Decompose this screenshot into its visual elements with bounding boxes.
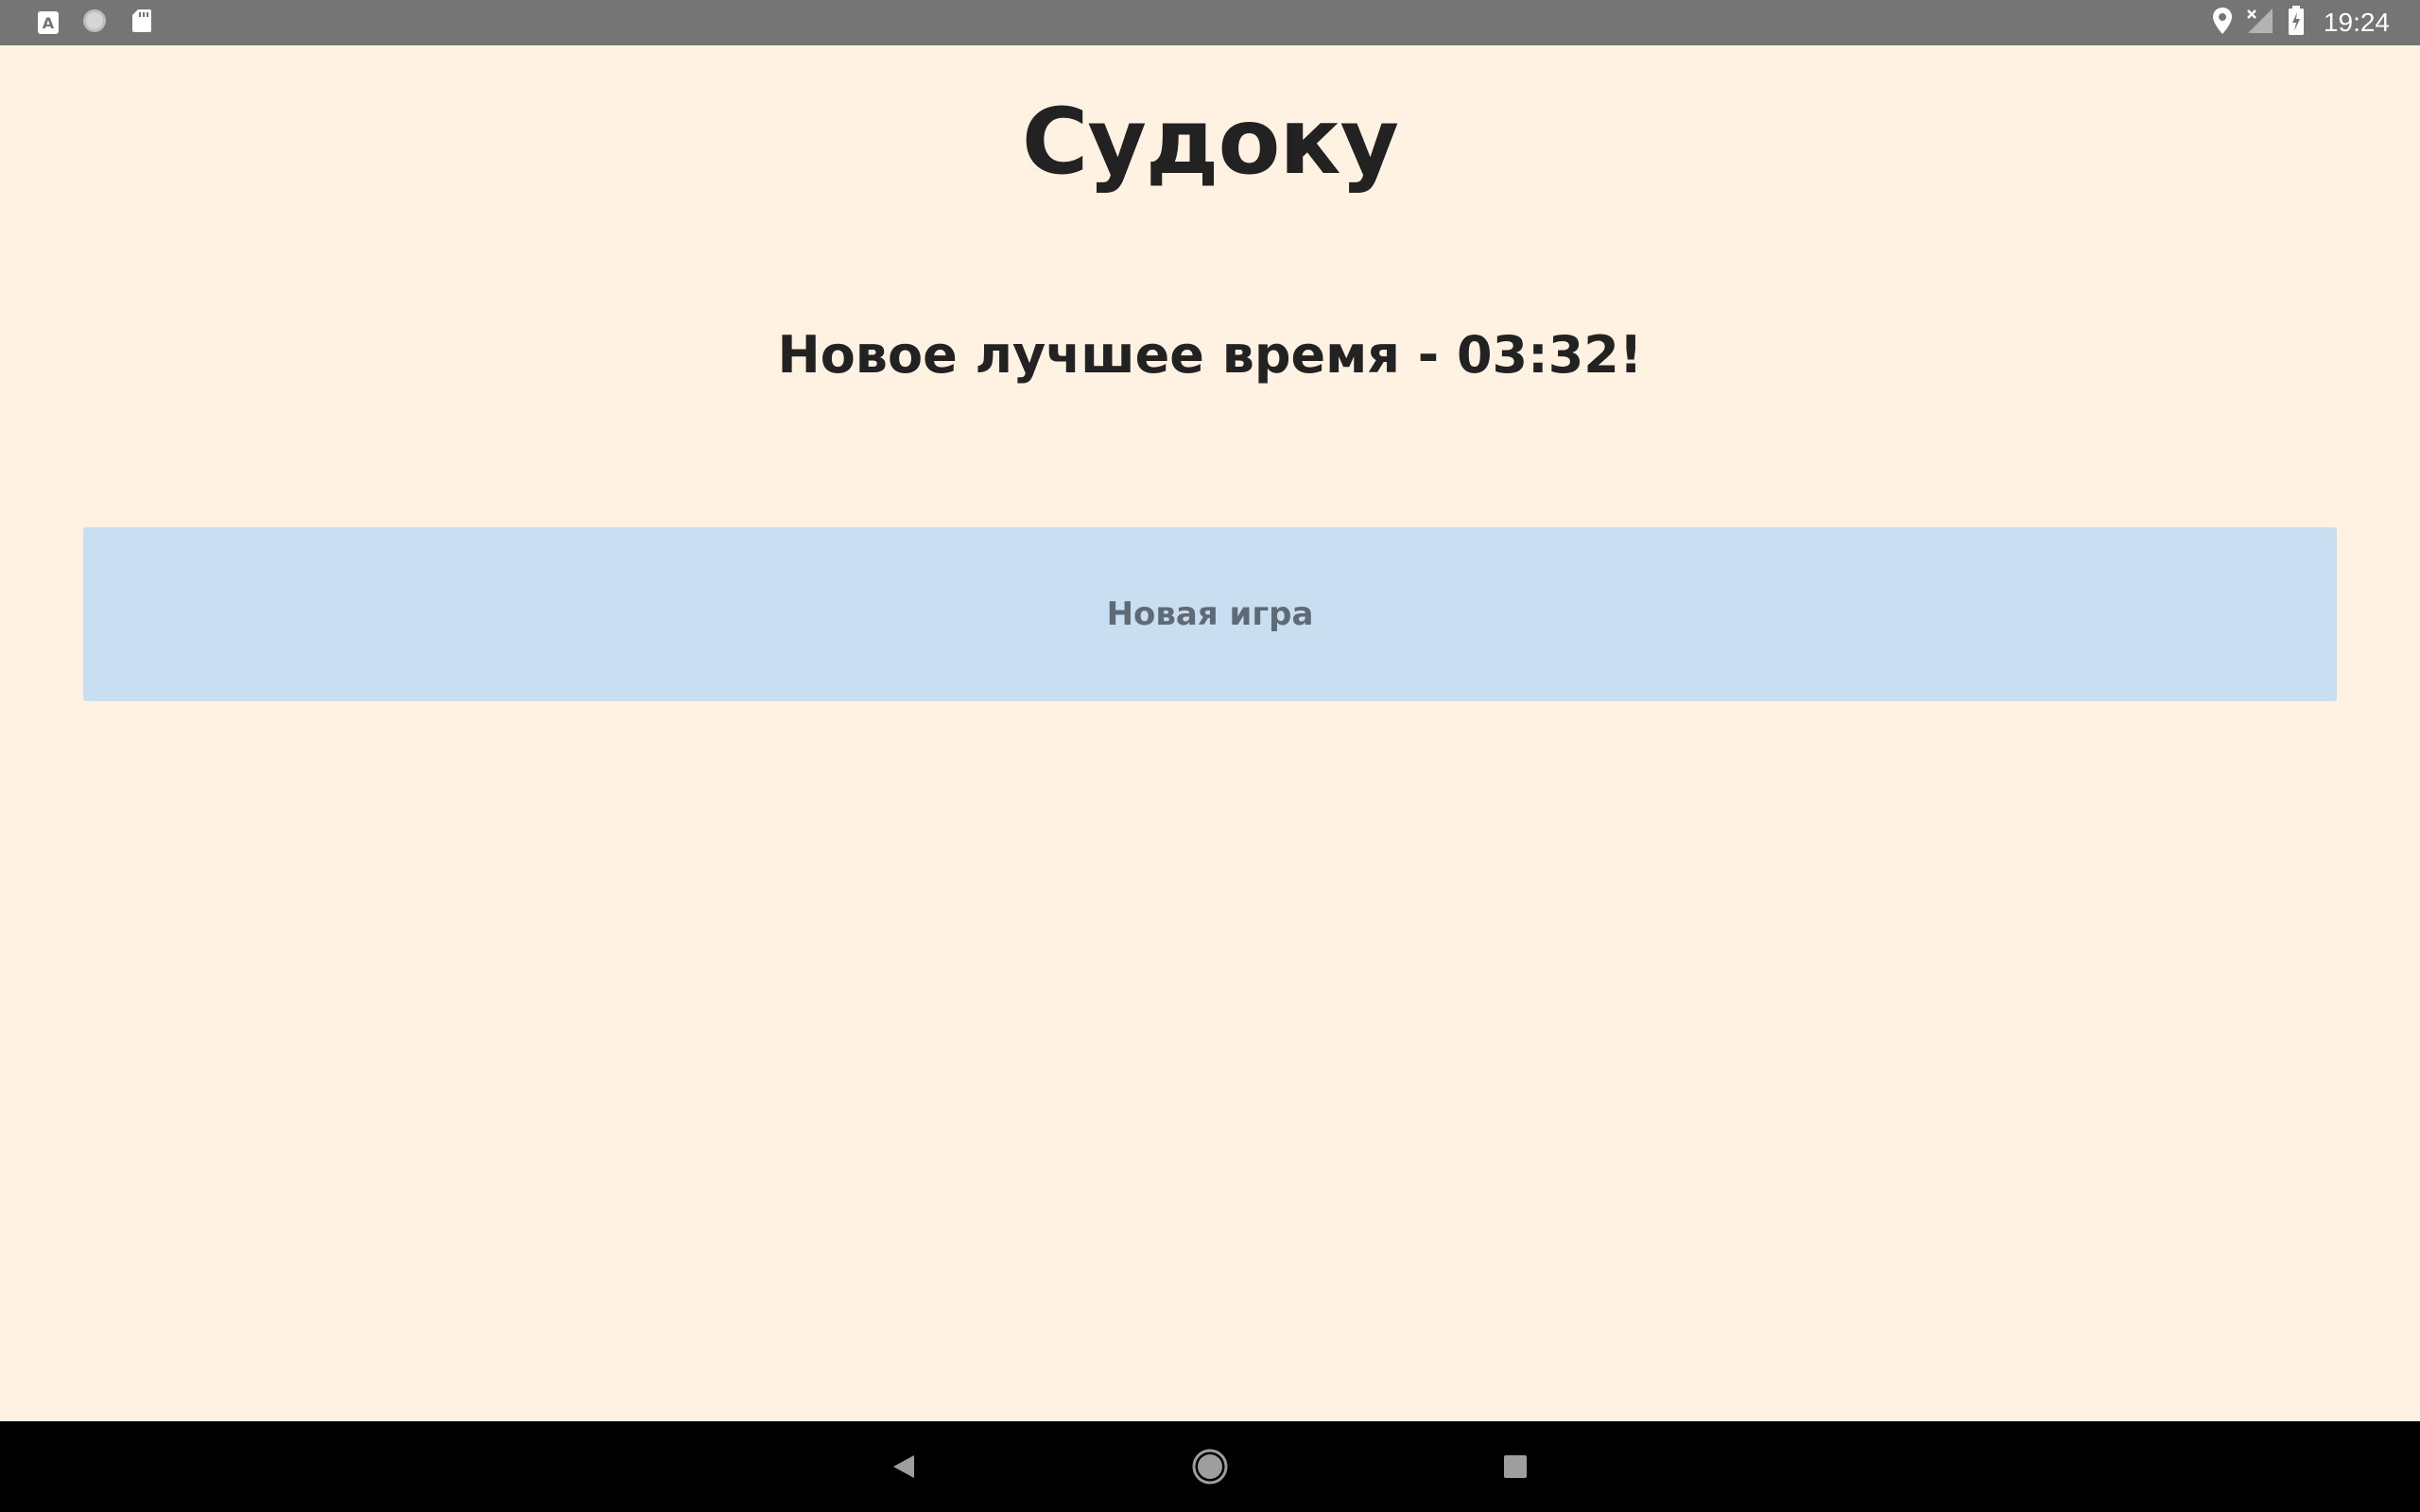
battery-charging-icon (2288, 6, 2305, 40)
circle-notification-icon (81, 8, 108, 38)
location-pin-icon (2212, 7, 2233, 39)
screen: A 19:24 Судоку Новое лучшее время - 03:3… (0, 0, 2420, 1512)
status-time: 19:24 (2323, 8, 2390, 37)
home-button[interactable] (1153, 1421, 1267, 1512)
keyboard-a-icon: A (38, 11, 59, 34)
status-bar: A 19:24 (0, 0, 2420, 45)
recents-button[interactable] (1459, 1421, 1572, 1512)
page-title: Судоку (1021, 89, 1399, 195)
no-signal-icon (2246, 7, 2274, 39)
navigation-bar (0, 1421, 2420, 1512)
best-time-message: Новое лучшее время - 03:32! (777, 325, 1643, 385)
back-icon (893, 1455, 914, 1478)
status-right-icons: 19:24 (2212, 0, 2390, 45)
new-game-button[interactable]: Новая игра (83, 527, 2337, 701)
back-button[interactable] (847, 1421, 960, 1512)
recents-icon (1504, 1455, 1527, 1478)
sd-card-icon (130, 8, 153, 38)
status-left-icons: A (38, 8, 153, 38)
home-icon (1192, 1449, 1228, 1485)
